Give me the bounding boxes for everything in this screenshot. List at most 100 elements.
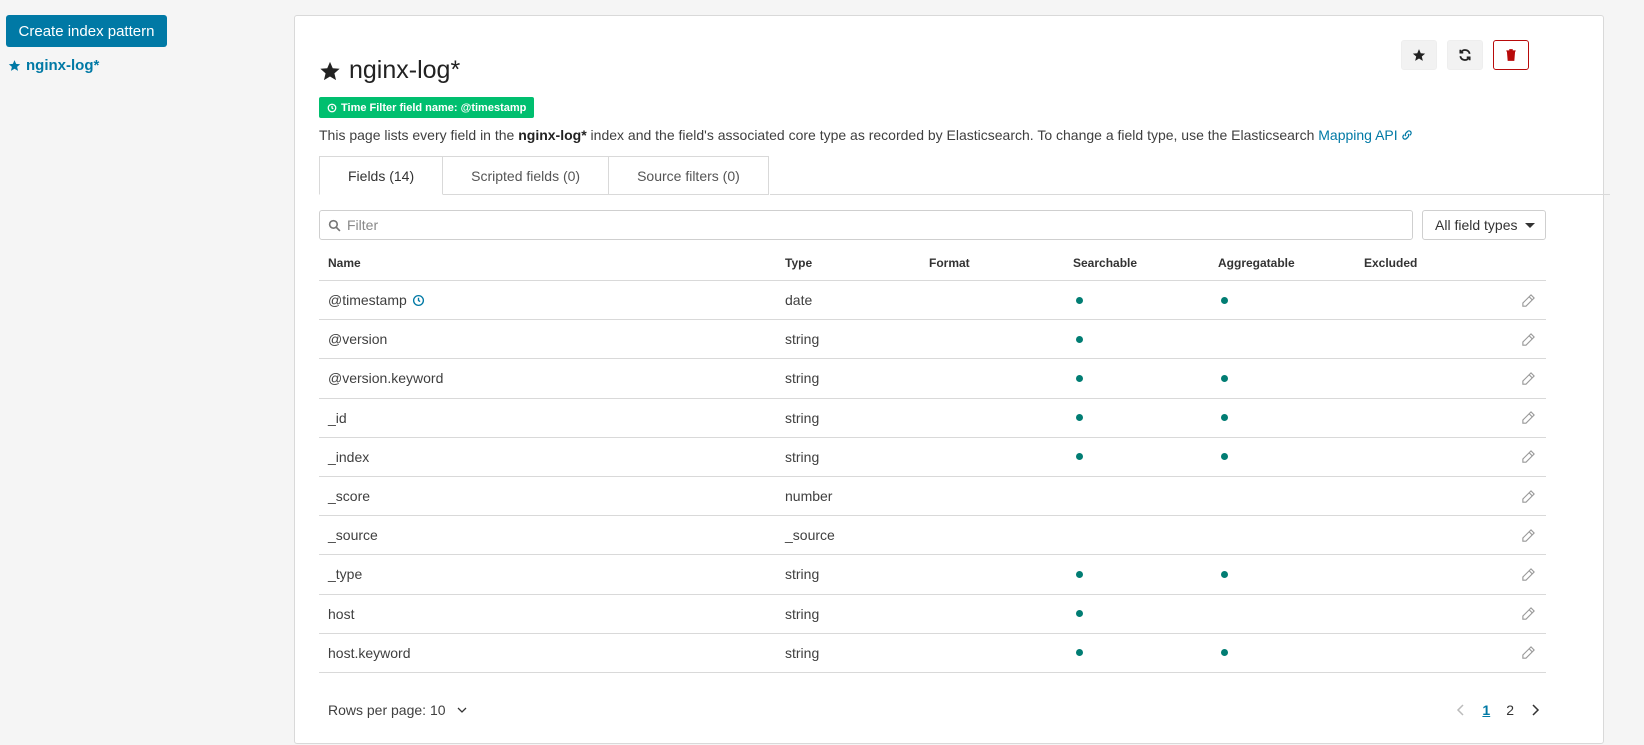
fields-table: Name Type Format Searchable Aggregatable… [319, 246, 1546, 673]
edit-field-button[interactable] [1504, 528, 1546, 543]
set-default-button[interactable] [1401, 40, 1437, 70]
table-footer: Rows per page: 10 1 2 [319, 695, 1546, 725]
sidebar-item-label: nginx-log* [26, 57, 100, 74]
table-header: Name Type Format Searchable Aggregatable… [319, 246, 1546, 281]
field-name: @timestamp [328, 292, 407, 309]
tab-scripted-fields[interactable]: Scripted fields (0) [443, 156, 610, 195]
aggregatable-cell [1218, 296, 1364, 304]
time-filter-label: Time Filter field name: @timestamp [341, 101, 527, 114]
field-name: _index [328, 448, 370, 465]
description-suffix: index and the field's associated core ty… [586, 127, 1319, 143]
column-header-searchable[interactable]: Searchable [1073, 256, 1218, 270]
caret-down-icon [1525, 222, 1535, 228]
pencil-icon [1522, 607, 1535, 620]
tab-source-filters[interactable]: Source filters (0) [609, 156, 769, 195]
pagination: 1 2 [1456, 702, 1546, 718]
header-actions [1401, 40, 1529, 70]
edit-field-button[interactable] [1504, 293, 1546, 308]
time-filter-badge: Time Filter field name: @timestamp [319, 97, 535, 118]
searchable-cell [1073, 649, 1218, 657]
searchable-cell [1073, 414, 1218, 422]
edit-field-button[interactable] [1504, 371, 1546, 386]
edit-field-button[interactable] [1504, 449, 1546, 464]
field-name-cell: _score [319, 488, 785, 504]
description-prefix: This page lists every field in the [319, 127, 519, 143]
pencil-icon [1522, 372, 1535, 385]
table-row: _score number [319, 477, 1546, 517]
edit-field-button[interactable] [1504, 567, 1546, 582]
pencil-icon [1522, 528, 1535, 542]
edit-field-button[interactable] [1504, 645, 1546, 660]
searchable-cell [1073, 335, 1218, 343]
page-2-button[interactable]: 2 [1506, 702, 1514, 718]
searchable-cell [1073, 610, 1218, 618]
edit-field-button[interactable] [1504, 332, 1546, 347]
field-name: _source [328, 527, 378, 544]
filter-box [319, 210, 1413, 240]
column-header-type[interactable]: Type [785, 256, 929, 270]
field-type-cell: string [785, 331, 820, 348]
field-name-cell: _type [319, 566, 785, 582]
table-row: _type string [319, 555, 1546, 595]
field-name: host.keyword [328, 644, 411, 661]
page-1-button[interactable]: 1 [1482, 702, 1490, 718]
field-name: _score [328, 488, 371, 505]
create-index-pattern-button[interactable]: Create index pattern [6, 15, 167, 47]
field-type-cell: string [785, 605, 820, 622]
page-title-row: nginx-log* [319, 56, 460, 85]
filter-input[interactable] [347, 212, 1412, 238]
table-row: @version string [319, 320, 1546, 360]
description-index: nginx-log* [518, 127, 587, 143]
link-icon [1401, 130, 1412, 140]
aggregatable-dot [1221, 414, 1228, 422]
searchable-cell [1073, 374, 1218, 382]
pencil-icon [1522, 489, 1535, 503]
searchable-dot [1076, 414, 1083, 422]
aggregatable-dot [1221, 570, 1228, 578]
searchable-cell [1073, 570, 1218, 578]
refresh-fields-button[interactable] [1447, 40, 1483, 70]
aggregatable-dot [1221, 453, 1228, 461]
delete-index-pattern-button[interactable] [1493, 40, 1529, 70]
index-pattern-panel: nginx-log* Time Filter field name: @time… [294, 15, 1610, 744]
column-header-aggregatable[interactable]: Aggregatable [1218, 256, 1364, 270]
field-type-cell: _source [785, 527, 835, 544]
searchable-dot [1076, 374, 1083, 382]
edit-field-button[interactable] [1504, 489, 1546, 504]
searchable-dot [1076, 296, 1083, 304]
edit-field-button[interactable] [1504, 606, 1546, 621]
sidebar-item-nginx-log[interactable]: nginx-log* [8, 57, 99, 74]
mapping-api-link[interactable]: Mapping API [1318, 127, 1397, 143]
field-name-cell: _source [319, 527, 785, 543]
field-name: host [328, 605, 355, 622]
rows-per-page-button[interactable]: Rows per page: 10 [319, 702, 468, 718]
field-type-cell: date [785, 292, 813, 309]
tab-fields[interactable]: Fields (14) [319, 156, 444, 195]
searchable-cell [1073, 296, 1218, 304]
edit-field-button[interactable] [1504, 410, 1546, 425]
table-row: host.keyword string [319, 634, 1546, 673]
field-type-select[interactable]: All field types [1422, 210, 1546, 240]
aggregatable-cell [1218, 374, 1364, 382]
field-name: @version.keyword [328, 370, 444, 387]
field-name-cell: host.keyword [319, 645, 785, 661]
field-name-cell: host [319, 606, 785, 622]
field-type-select-value: All field types [1435, 217, 1518, 233]
star-icon [8, 60, 21, 71]
field-name-cell: @version.keyword [319, 370, 785, 386]
star-icon [320, 61, 340, 80]
field-type-cell: string [785, 370, 820, 387]
column-header-name[interactable]: Name [319, 256, 785, 270]
trash-icon [1506, 49, 1516, 61]
chevron-left-icon[interactable] [1456, 704, 1466, 716]
field-name-cell: _index [319, 449, 785, 465]
field-name: _id [328, 409, 347, 426]
chevron-down-icon [457, 707, 466, 713]
column-header-excluded[interactable]: Excluded [1364, 256, 1504, 270]
aggregatable-dot [1221, 374, 1228, 382]
field-name: @version [328, 331, 388, 348]
column-header-format[interactable]: Format [929, 256, 1073, 270]
chevron-right-icon[interactable] [1530, 704, 1540, 716]
star-icon [1412, 49, 1426, 61]
refresh-icon [1459, 49, 1471, 61]
